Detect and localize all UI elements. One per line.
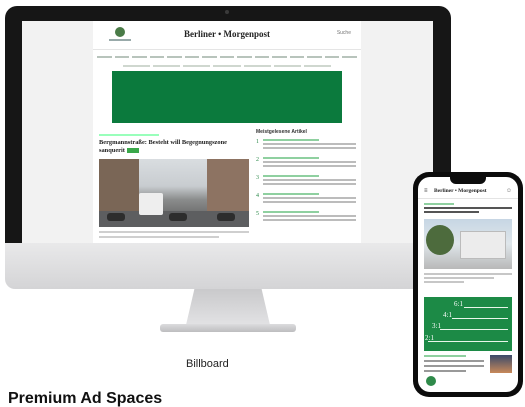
mobile-phone: ≡ Berliner • Morgenpost ☺ 6:1 4:1 3:1 2:…: [413, 172, 523, 397]
search-link[interactable]: Suche: [337, 30, 351, 36]
site-brand[interactable]: Berliner • Morgenpost: [93, 29, 361, 39]
list-item[interactable]: 5: [256, 211, 356, 223]
ad-ratio-label: 4:1: [443, 311, 452, 319]
camera-icon: [225, 10, 229, 14]
mobile-ad-slot[interactable]: 6:1 4:1 3:1 2:1: [424, 297, 512, 351]
list-item[interactable]: 3: [256, 175, 356, 187]
sidebar-heading: Meistgelesene Artikel: [256, 129, 307, 135]
list-item[interactable]: 1: [256, 139, 356, 151]
item-number: 3: [256, 175, 259, 181]
monitor-chin: [5, 243, 451, 289]
mobile-article-photo[interactable]: [424, 219, 512, 269]
mobile-header: ≡ Berliner • Morgenpost ☺: [418, 186, 518, 199]
mobile-article-teaser[interactable]: [424, 355, 484, 375]
mobile-kicker: [424, 203, 454, 205]
main-navigation[interactable]: [97, 53, 357, 61]
item-number: 4: [256, 193, 259, 199]
item-number: 5: [256, 211, 259, 217]
website-page: Berliner • Morgenpost Suche Bergmannstra…: [93, 21, 361, 247]
format-caption: Billboard: [186, 358, 229, 370]
menu-icon[interactable]: ≡: [424, 188, 428, 194]
item-number: 2: [256, 157, 259, 163]
phone-notch: [450, 177, 486, 184]
desktop-monitor: Berliner • Morgenpost Suche Bergmannstra…: [5, 6, 451, 268]
ad-ratio-label: 6:1: [454, 300, 463, 308]
mobile-site-brand[interactable]: Berliner • Morgenpost: [434, 188, 487, 194]
article-headline[interactable]: Bergmannstraße: Besteht will Begegnungsz…: [99, 139, 249, 155]
plus-badge: [126, 148, 139, 154]
section-title: Premium Ad Spaces: [8, 390, 163, 407]
billboard-ad-slot[interactable]: [112, 71, 342, 123]
monitor-stand: [186, 289, 270, 325]
mobile-screen: ≡ Berliner • Morgenpost ☺ 6:1 4:1 3:1 2:…: [418, 177, 518, 392]
item-number: 1: [256, 139, 259, 145]
headline-text: Bergmannstraße: Besteht will Begegnungsz…: [99, 139, 227, 154]
desktop-screen: Berliner • Morgenpost Suche Bergmannstra…: [22, 21, 433, 247]
sub-navigation[interactable]: [123, 63, 331, 69]
most-read-sidebar: Meistgelesene Artikel 1 2 3 4 5: [256, 129, 356, 229]
monitor-foot: [160, 324, 296, 332]
user-icon[interactable]: ☺: [506, 188, 512, 194]
site-header: Berliner • Morgenpost Suche: [93, 21, 361, 50]
floating-action-icon[interactable]: [426, 376, 436, 386]
list-item[interactable]: 2: [256, 157, 356, 169]
ad-ratio-label: 2:1: [425, 334, 434, 342]
list-item[interactable]: 4: [256, 193, 356, 205]
article-kicker: [99, 134, 159, 136]
ad-ratio-label: 3:1: [432, 322, 441, 330]
mobile-headline[interactable]: [424, 207, 512, 209]
article-photo[interactable]: [99, 159, 249, 227]
mobile-teaser-thumbnail[interactable]: [490, 355, 512, 373]
mobile-headline-line2[interactable]: [424, 211, 479, 213]
article-teaser-text: [99, 231, 249, 241]
